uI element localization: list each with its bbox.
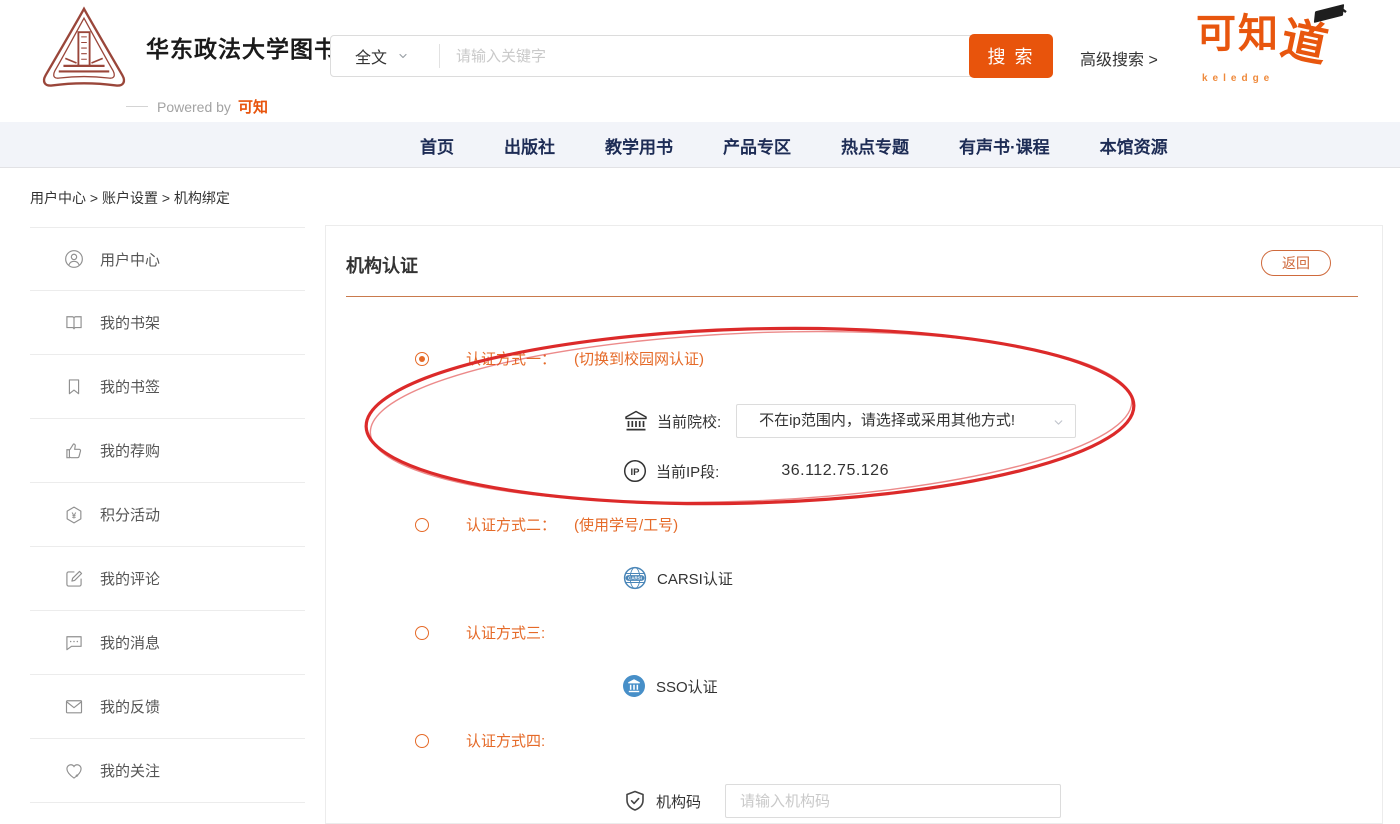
- sidebar-item-my-messages[interactable]: 我的消息: [30, 611, 305, 675]
- shield-check-icon: [623, 789, 647, 813]
- current-ip-label: 当前IP段:: [656, 461, 719, 482]
- search-scope-dropdown[interactable]: 全文: [331, 44, 439, 68]
- sidebar-item-user-center[interactable]: 用户中心: [30, 227, 305, 291]
- nav-item-textbooks[interactable]: 教学用书: [605, 133, 673, 158]
- auth-method-1-row: 认证方式一： (切换到校园网认证): [415, 348, 704, 369]
- org-code-input[interactable]: [725, 784, 1061, 818]
- sso-auth-link[interactable]: SSO认证: [622, 674, 718, 698]
- auth-method-1-note[interactable]: (切换到校园网认证): [574, 348, 704, 369]
- heart-icon: [64, 761, 84, 781]
- sidebar-item-label: 我的消息: [100, 632, 160, 653]
- current-ip-value: 36.112.75.126: [781, 462, 889, 480]
- search-bar: 全文 搜 索: [330, 35, 1053, 77]
- page-title: 机构认证: [346, 252, 418, 278]
- university-emblem-icon: [36, 6, 132, 92]
- carsi-globe-icon: CARSI: [623, 566, 647, 590]
- powered-by-dash: [126, 106, 148, 107]
- sidebar-item-label: 积分活动: [100, 504, 160, 525]
- svg-text:CARSI: CARSI: [628, 576, 642, 581]
- school-select-value: 不在ip范围内，请选择或采用其他方式!: [737, 405, 1075, 437]
- current-ip-row: IP 当前IP段: 36.112.75.126: [623, 459, 889, 483]
- sidebar-item-my-follows[interactable]: 我的关注: [30, 739, 305, 803]
- keledge-logo-sub: keledge: [1202, 73, 1376, 84]
- auth-method-4-row: 认证方式四:: [415, 730, 545, 751]
- keledge-logo-chars: 可知: [1196, 12, 1280, 56]
- powered-by-text: Powered by: [157, 99, 231, 115]
- svg-text:¥: ¥: [72, 510, 77, 520]
- sidebar-item-label: 我的荐购: [100, 440, 160, 461]
- search-scope-value: 全文: [355, 44, 387, 68]
- school-select[interactable]: 不在ip范围内，请选择或采用其他方式!: [736, 404, 1076, 438]
- current-school-label: 当前院校:: [657, 411, 721, 432]
- powered-by: Powered by 可知: [126, 96, 268, 117]
- auth-method-3-radio[interactable]: [415, 626, 429, 640]
- nav-item-audiobooks-courses[interactable]: 有声书·课程: [959, 133, 1050, 158]
- sidebar-item-my-comments[interactable]: 我的评论: [30, 547, 305, 611]
- sso-auth-label: SSO认证: [656, 676, 718, 697]
- carsi-auth-link[interactable]: CARSI CARSI认证: [623, 566, 733, 590]
- sidebar-item-my-bookshelf[interactable]: 我的书架: [30, 291, 305, 355]
- envelope-icon: [64, 697, 84, 717]
- current-school-row: 当前院校: 不在ip范围内，请选择或采用其他方式!: [624, 404, 1076, 438]
- nav-item-home[interactable]: 首页: [420, 133, 454, 158]
- nav-item-library-resources[interactable]: 本馆资源: [1100, 133, 1168, 158]
- user-circle-icon: [64, 249, 84, 269]
- search-button[interactable]: 搜 索: [969, 34, 1053, 78]
- coin-hexagon-icon: ¥: [64, 505, 84, 525]
- chevron-down-icon: [397, 50, 409, 62]
- edit-icon: [64, 569, 84, 589]
- powered-by-brand[interactable]: 可知: [238, 96, 268, 117]
- auth-method-4-label: 认证方式四:: [466, 730, 545, 751]
- auth-method-2-radio[interactable]: [415, 518, 429, 532]
- bookmark-icon: [64, 377, 84, 397]
- title-divider: [346, 296, 1358, 297]
- sidebar-item-label: 我的书架: [100, 312, 160, 333]
- keledge-logo: 可知 道 keledge: [1196, 12, 1376, 108]
- search-input[interactable]: [440, 36, 1052, 76]
- auth-method-2-note: (使用学号/工号): [574, 514, 678, 535]
- svg-text:IP: IP: [631, 467, 641, 478]
- sidebar-item-label: 我的关注: [100, 760, 160, 781]
- sso-bank-icon: [622, 674, 646, 698]
- ip-icon: IP: [623, 459, 647, 483]
- sidebar-item-points-activity[interactable]: ¥ 积分活动: [30, 483, 305, 547]
- sidebar-item-label: 我的评论: [100, 568, 160, 589]
- org-code-label: 机构码: [656, 791, 701, 812]
- chevron-down-icon: [1052, 416, 1065, 429]
- sidebar-item-label: 我的反馈: [100, 696, 160, 717]
- carsi-auth-label: CARSI认证: [657, 568, 733, 589]
- chat-bubble-icon: [64, 633, 84, 653]
- advanced-search-link[interactable]: 高级搜索 >: [1080, 46, 1158, 70]
- auth-method-1-label: 认证方式一：: [466, 348, 556, 369]
- auth-method-2-label: 认证方式二：: [466, 514, 556, 535]
- auth-method-3-label: 认证方式三:: [466, 622, 545, 643]
- sidebar-item-my-bookmarks[interactable]: 我的书签: [30, 355, 305, 419]
- sidebar: 用户中心 我的书架 我的书签 我的荐购 ¥ 积分活动: [30, 227, 305, 803]
- auth-method-4-radio[interactable]: [415, 734, 429, 748]
- back-button[interactable]: 返回: [1261, 250, 1331, 276]
- nav-item-hot-topics[interactable]: 热点专题: [841, 133, 909, 158]
- breadcrumb: 用户中心 > 账户设置 > 机构绑定: [30, 188, 230, 208]
- page: 华东政法大学图书馆 Powered by 可知 全文 搜 索 高级搜索 > 可知…: [0, 0, 1400, 824]
- bank-building-icon: [624, 409, 648, 433]
- sidebar-item-my-feedback[interactable]: 我的反馈: [30, 675, 305, 739]
- nav-item-product-zone[interactable]: 产品专区: [723, 133, 791, 158]
- auth-method-2-row: 认证方式二： (使用学号/工号): [415, 514, 678, 535]
- sidebar-item-label: 用户中心: [100, 249, 160, 270]
- main-nav: 首页 出版社 教学用书 产品专区 热点专题 有声书·课程 本馆资源: [0, 122, 1400, 168]
- nav-item-publishers[interactable]: 出版社: [504, 133, 555, 158]
- org-code-row: 机构码: [623, 784, 1061, 818]
- institution-auth-panel: 机构认证 返回 认证方式一： (切换到校园网认证) 当前院校: 不在ip范围内，…: [325, 225, 1383, 824]
- sidebar-item-my-recommendations[interactable]: 我的荐购: [30, 419, 305, 483]
- open-book-icon: [64, 313, 84, 333]
- auth-method-1-radio[interactable]: [415, 352, 429, 366]
- thumbs-up-icon: [64, 441, 84, 461]
- auth-method-3-row: 认证方式三:: [415, 622, 545, 643]
- sidebar-item-label: 我的书签: [100, 376, 160, 397]
- header: 华东政法大学图书馆 Powered by 可知 全文 搜 索 高级搜索 > 可知…: [0, 0, 1400, 122]
